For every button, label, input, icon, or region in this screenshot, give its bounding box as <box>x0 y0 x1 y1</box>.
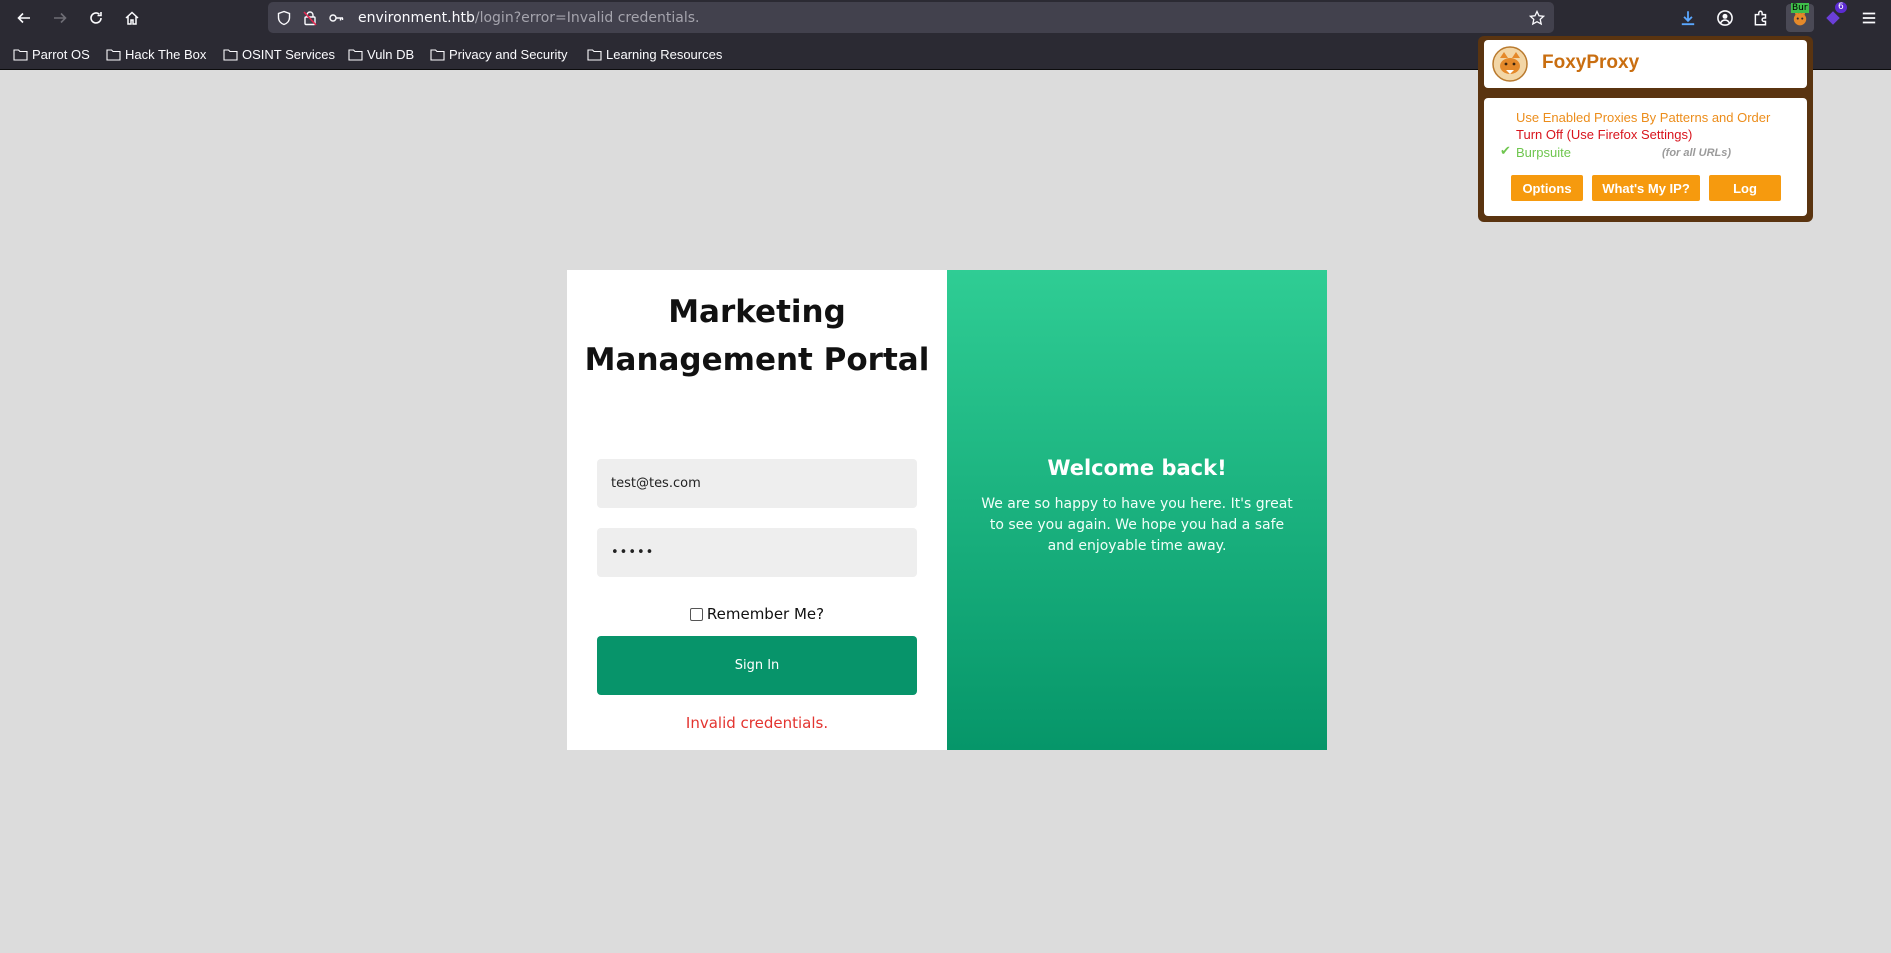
bookmark-label: OSINT Services <box>242 46 335 62</box>
sign-in-button[interactable]: Sign In <box>597 636 917 695</box>
foxy-proxy-burpsuite-item[interactable]: Burpsuite <box>1516 145 1571 160</box>
shield-icon[interactable] <box>276 10 292 26</box>
bookmark-label: Learning Resources <box>606 46 723 62</box>
ext-gem-button[interactable]: 6 <box>1822 2 1847 29</box>
url-host: environment.htb <box>358 10 475 26</box>
bookmark-folder-privacy-and-security[interactable]: Privacy and Security <box>430 45 568 63</box>
remember-me-checkbox[interactable] <box>689 607 703 621</box>
home-icon <box>125 11 139 25</box>
bookmark-label: Hack The Box <box>125 46 207 62</box>
download-icon <box>1681 11 1695 26</box>
key-icon[interactable] <box>328 10 344 26</box>
back-button[interactable] <box>10 4 38 32</box>
bookmark-folder-learning-resources[interactable]: Learning Resources <box>587 45 722 63</box>
welcome-title: Welcome back! <box>1047 456 1227 480</box>
bookmark-label: Parrot OS <box>32 46 90 62</box>
foxy-options-button[interactable]: Options <box>1511 175 1583 201</box>
password-field[interactable]: ••••• <box>597 528 917 577</box>
puzzle-icon <box>1754 10 1767 26</box>
arrow-right-icon <box>54 12 67 24</box>
burp-badge: Bur <box>1791 3 1809 13</box>
hamburger-menu-icon <box>1862 12 1876 24</box>
app-menu-button[interactable] <box>1858 7 1880 29</box>
bookmark-folder-parrot-os[interactable]: Parrot OS <box>13 45 90 63</box>
folder-icon <box>223 48 238 61</box>
foxyproxy-menu: Use Enabled Proxies By Patterns and Orde… <box>1484 98 1807 216</box>
url-text[interactable]: environment.htb/login?error=Invalid cred… <box>358 10 699 26</box>
extensions-button[interactable] <box>1750 7 1772 29</box>
foxy-mode-patterns-item[interactable]: Use Enabled Proxies By Patterns and Orde… <box>1516 110 1770 125</box>
arrow-left-icon <box>17 12 30 24</box>
foxyproxy-header: FoxyProxy <box>1484 40 1807 88</box>
login-form-panel: Marketing Management Portal test@tes.com… <box>567 270 947 750</box>
email-field[interactable]: test@tes.com <box>597 459 917 508</box>
folder-icon <box>106 48 121 61</box>
remember-me-label[interactable]: Remember Me? <box>707 605 824 623</box>
bookmark-folder-vuln-db[interactable]: Vuln DB <box>348 45 414 63</box>
foxy-turn-off-item[interactable]: Turn Off (Use Firefox Settings) <box>1516 127 1692 142</box>
bookmark-label: Privacy and Security <box>449 46 568 62</box>
home-button[interactable] <box>118 4 146 32</box>
url-bar[interactable]: environment.htb/login?error=Invalid cred… <box>268 2 1554 33</box>
foxyproxy-title: FoxyProxy <box>1542 52 1640 73</box>
account-icon <box>1717 10 1733 26</box>
foxyproxy-button[interactable]: Bur <box>1786 3 1814 32</box>
welcome-text: We are so happy to have you here. It's g… <box>981 496 1293 554</box>
welcome-panel: Welcome back! We are so happy to have yo… <box>947 270 1327 750</box>
extension-badge: 6 <box>1835 2 1847 13</box>
bookmark-star-icon[interactable] <box>1529 10 1545 26</box>
page-title: Marketing Management Portal <box>584 294 930 378</box>
folder-icon <box>13 48 28 61</box>
foxyproxy-logo-icon <box>1492 46 1528 82</box>
browser-toolbar: environment.htb/login?error=Invalid cred… <box>0 0 1891 36</box>
downloads-button[interactable] <box>1677 7 1699 29</box>
foxy-log-button[interactable]: Log <box>1709 175 1781 201</box>
reload-button[interactable] <box>82 4 110 32</box>
folder-icon <box>587 48 602 61</box>
error-message: Invalid credentials. <box>685 714 829 732</box>
folder-icon <box>348 48 363 61</box>
folder-icon <box>430 48 445 61</box>
bookmark-folder-osint-services[interactable]: OSINT Services <box>223 45 335 63</box>
insecure-lock-icon[interactable] <box>302 10 318 26</box>
bookmark-label: Vuln DB <box>367 46 415 62</box>
forward-button[interactable] <box>46 4 74 32</box>
remember-me[interactable]: Remember Me? <box>567 605 947 623</box>
url-path: /login?error=Invalid credentials. <box>474 10 700 26</box>
foxy-whats-my-ip-button[interactable]: What's My IP? <box>1592 175 1700 201</box>
account-button[interactable] <box>1714 7 1736 29</box>
bookmark-folder-hack-the-box[interactable]: Hack The Box <box>106 45 206 63</box>
foxyproxy-popup: FoxyProxy Use Enabled Proxies By Pattern… <box>1478 36 1813 222</box>
checkmark-icon: ✔ <box>1500 144 1511 159</box>
reload-icon <box>90 12 102 24</box>
foxy-proxy-scope: (for all URLs) <box>1662 147 1732 159</box>
